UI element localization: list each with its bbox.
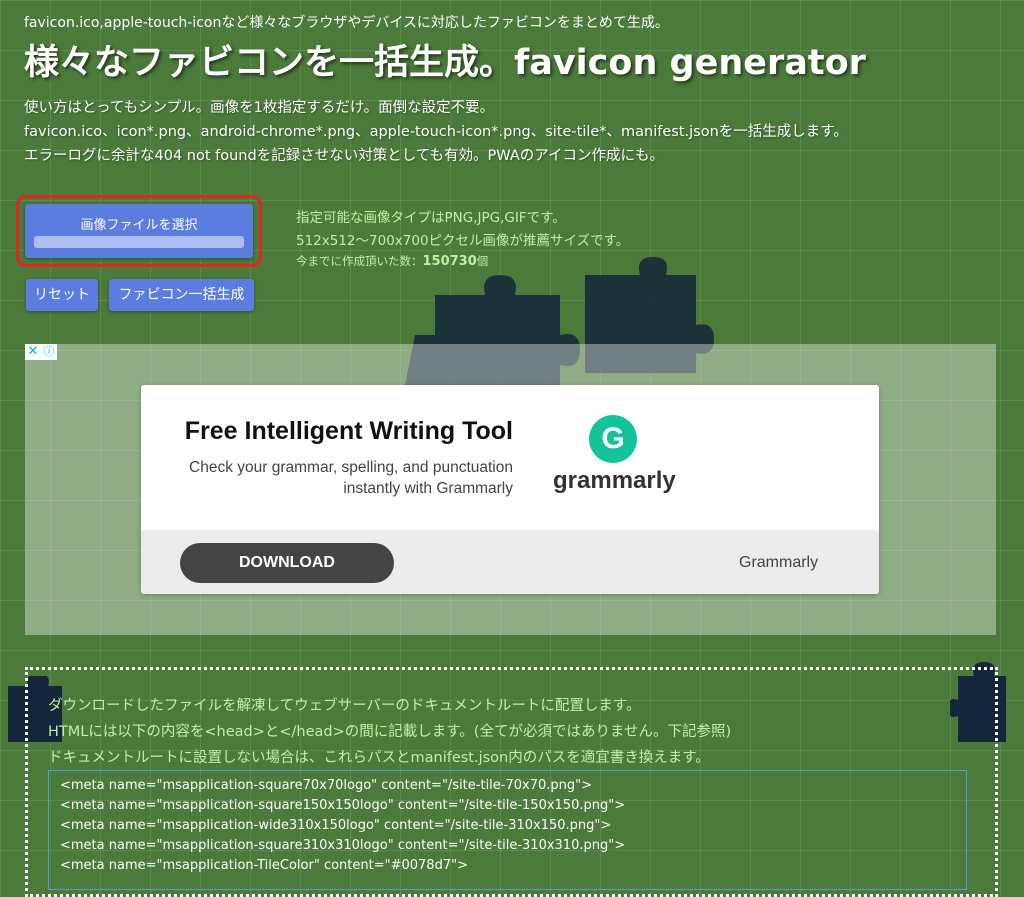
ad-close-icon[interactable]: ✕ xyxy=(25,344,41,360)
generate-favicons-button[interactable]: ファビコン一括生成 xyxy=(109,279,254,311)
reset-button[interactable]: リセット xyxy=(26,279,98,311)
ad-body: Check your grammar, spelling, and punctu… xyxy=(189,459,513,497)
intro-line: 使い方はとってもシンプル。画像を1枚指定するだけ。面倒な設定不要。 xyxy=(24,100,495,116)
page-title: 様々なファビコンを一括生成。favicon generator xyxy=(24,43,866,83)
choose-image-file-button[interactable]: 画像ファイルを選択 xyxy=(25,204,253,258)
upload-progress-bar xyxy=(34,236,244,248)
page-subtitle: favicon.ico,apple-touch-iconなど様々なブラウザやデバ… xyxy=(24,15,669,31)
instruction-line: ダウンロードしたファイルを解凍してウェブサーバーのドキュメントルートに配置します… xyxy=(48,698,641,714)
creation-count: 今までに作成頂いた数：150730個 xyxy=(296,253,488,269)
code-line: <meta name="msapplication-wide310x150log… xyxy=(60,818,612,833)
grammarly-logo-icon: G xyxy=(589,415,637,463)
ad-headline: Free Intelligent Writing Tool xyxy=(184,417,513,445)
ad-brand-name: grammarly xyxy=(553,467,676,494)
instruction-line: ドキュメントルートに設置しない場合は、これらパスとmanifest.json内の… xyxy=(48,750,710,766)
choose-image-file-label: 画像ファイルを選択 xyxy=(80,218,198,233)
creation-count-label: 今までに作成頂いた数： xyxy=(296,254,423,268)
ad-info-icon[interactable]: ⓘ xyxy=(41,344,57,360)
ad-advertiser-name: Grammarly xyxy=(739,554,819,571)
code-line: <meta name="msapplication-square310x310l… xyxy=(60,838,626,853)
code-line: <meta name="msapplication-square70x70log… xyxy=(60,778,593,793)
code-line: <meta name="msapplication-TileColor" con… xyxy=(60,858,468,873)
intro-line: favicon.ico、icon*.png、android-chrome*.pn… xyxy=(24,124,848,140)
ad-card[interactable]: Free Intelligent Writing Tool Check your… xyxy=(141,385,879,594)
ad-download-button[interactable]: DOWNLOAD xyxy=(180,543,394,583)
supported-types-text: 指定可能な画像タイプはPNG,JPG,GIFです。 xyxy=(296,210,566,226)
intro-line: エラーログに余計な404 not foundを記録させない対策としても有効。PW… xyxy=(24,148,665,164)
grammarly-logo-letter: G xyxy=(601,422,625,455)
creation-count-unit: 個 xyxy=(476,254,489,268)
instruction-line: HTMLには以下の内容を<head>と</head>の間に記載します。(全てが必… xyxy=(48,724,732,740)
creation-count-value: 150730 xyxy=(422,254,477,269)
recommended-size-text: 512x512〜700x700ピクセル画像が推薦サイズです。 xyxy=(296,233,630,249)
code-line: <meta name="msapplication-square150x150l… xyxy=(60,798,626,813)
